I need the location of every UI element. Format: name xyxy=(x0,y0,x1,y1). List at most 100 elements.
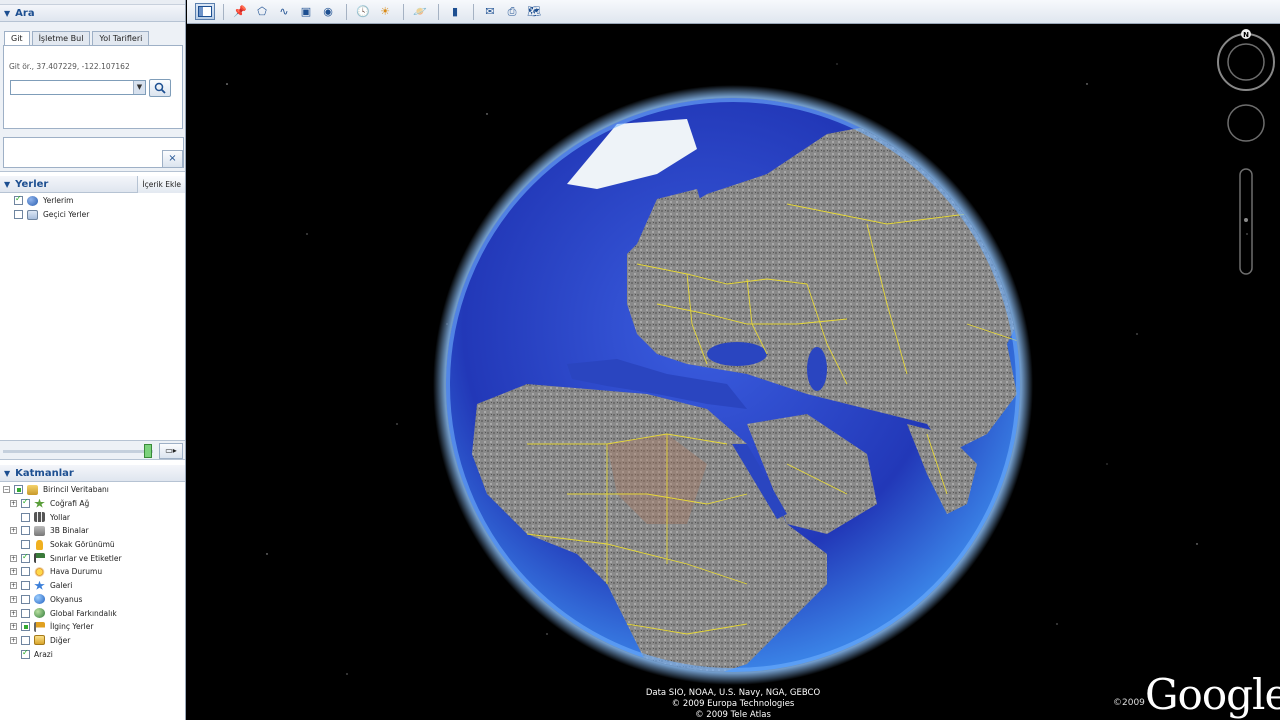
record-tour-button[interactable]: ◉ xyxy=(318,3,338,20)
add-placemark-button[interactable]: 📌 xyxy=(230,3,250,20)
polygon-icon: ⬠ xyxy=(257,5,267,18)
expand-toggle[interactable]: + xyxy=(10,568,17,576)
sidebar-icon xyxy=(198,6,212,17)
layer-label: Global Farkındalık xyxy=(50,608,117,618)
collapse-arrow-icon[interactable]: ▼ xyxy=(4,9,10,18)
list-item[interactable]: Yollar xyxy=(0,510,185,524)
list-item[interactable]: + Okyanus xyxy=(0,593,185,607)
checkbox[interactable] xyxy=(21,648,30,659)
list-item[interactable]: Arazi xyxy=(0,647,185,661)
print-button[interactable]: ⎙ xyxy=(502,3,522,20)
transparency-slider[interactable] xyxy=(3,450,153,453)
list-item[interactable]: + Coğrafi Ağ xyxy=(0,497,185,511)
globe-icon xyxy=(34,608,45,619)
north-indicator: N xyxy=(1243,31,1249,39)
sunlight-button[interactable]: ☀ xyxy=(375,3,395,20)
historical-imagery-button[interactable]: 🕓 xyxy=(353,3,373,20)
expand-toggle[interactable]: + xyxy=(10,595,17,603)
toolbar-separator xyxy=(473,3,474,20)
navigation-controls[interactable]: N xyxy=(1217,29,1275,275)
list-item[interactable]: + Diğer xyxy=(0,634,185,648)
zoom-slider[interactable] xyxy=(1239,168,1253,275)
layer-label: Yollar xyxy=(50,512,71,522)
list-item[interactable]: + 3B Binalar xyxy=(0,524,185,538)
chevron-down-icon[interactable]: ▼ xyxy=(133,81,145,94)
slider-thumb[interactable] xyxy=(144,444,152,458)
checkbox[interactable] xyxy=(14,485,23,495)
clear-search-button[interactable]: × xyxy=(162,150,183,168)
expand-toggle[interactable]: + xyxy=(10,623,17,631)
ruler-button[interactable]: ▮ xyxy=(445,3,465,20)
places-panel-header[interactable]: ▼ Yerler İçerik Ekle xyxy=(0,175,185,193)
star-icon xyxy=(34,498,45,508)
checkbox[interactable] xyxy=(21,581,30,591)
road-icon xyxy=(34,512,45,523)
folder-icon xyxy=(27,209,38,220)
main-toolbar: 📌 ⬠ ∿ ▣ ◉ 🕓 ☀ 🪐 ▮ ✉ ⎙ 🗺 xyxy=(187,0,1280,24)
layer-label: Sokak Görünümü xyxy=(50,540,115,550)
checkbox[interactable] xyxy=(21,526,30,536)
checkbox[interactable] xyxy=(21,594,30,604)
add-content-button[interactable]: İçerik Ekle xyxy=(137,175,185,193)
add-image-overlay-button[interactable]: ▣ xyxy=(296,3,316,20)
list-item[interactable]: Sokak Görünümü xyxy=(0,538,185,552)
globe-view[interactable]: N Data SIO, NOAA, U.S. Navy, NGA, GEBCO … xyxy=(187,24,1280,720)
add-path-button[interactable]: ∿ xyxy=(274,3,294,20)
building-icon xyxy=(34,525,45,536)
collapse-toggle[interactable]: − xyxy=(3,486,10,494)
search-results[interactable] xyxy=(3,137,184,168)
search-panel-header[interactable]: ▼ Ara xyxy=(0,5,185,22)
globe-canvas[interactable]: N xyxy=(187,24,1280,720)
checkbox[interactable] xyxy=(21,552,30,563)
list-item[interactable]: + Galeri xyxy=(0,579,185,593)
copyright-year: ©2009 xyxy=(1113,698,1145,708)
checkbox[interactable] xyxy=(21,567,30,577)
checkbox[interactable] xyxy=(14,210,23,220)
compass-ring[interactable]: N xyxy=(1217,29,1275,91)
list-item[interactable]: Yerlerim xyxy=(0,194,185,208)
checkbox[interactable] xyxy=(21,512,30,522)
checkbox[interactable] xyxy=(21,635,30,645)
email-button[interactable]: ✉ xyxy=(480,3,500,20)
expand-toggle[interactable]: + xyxy=(10,609,17,617)
placemark-icon: 📌 xyxy=(233,5,247,18)
expand-toggle[interactable]: + xyxy=(10,582,17,590)
expand-toggle[interactable]: + xyxy=(10,527,17,535)
search-button[interactable] xyxy=(149,79,171,97)
search-icon xyxy=(154,82,166,94)
sidebar-toggle-button[interactable] xyxy=(195,3,215,20)
switch-planet-button[interactable]: 🪐 xyxy=(410,3,430,20)
collapse-arrow-icon[interactable]: ▼ xyxy=(4,469,10,478)
layers-panel-header[interactable]: ▼ Katmanlar xyxy=(0,465,185,482)
list-item[interactable]: Geçici Yerler xyxy=(0,208,185,222)
map-icon: 🗺 xyxy=(527,5,541,18)
toolbar-separator xyxy=(346,3,347,20)
checkbox[interactable] xyxy=(21,497,30,509)
view-in-maps-button[interactable]: 🗺 xyxy=(524,3,544,20)
list-item[interactable]: + Sınırlar ve Etiketler xyxy=(0,551,185,565)
expand-toggle[interactable]: + xyxy=(10,554,17,562)
list-item[interactable]: + İlginç Yerler xyxy=(0,620,185,634)
expand-toggle[interactable]: + xyxy=(10,636,17,644)
list-item[interactable]: − Birincil Veritabanı xyxy=(0,483,185,497)
checkbox[interactable] xyxy=(21,540,30,550)
list-item[interactable]: + Hava Durumu xyxy=(0,565,185,579)
layer-label: Arazi xyxy=(34,649,53,659)
checkbox[interactable] xyxy=(21,622,30,632)
collapse-arrow-icon[interactable]: ▼ xyxy=(4,180,10,189)
add-polygon-button[interactable]: ⬠ xyxy=(252,3,272,20)
checkbox[interactable] xyxy=(21,608,30,618)
folder-view-button[interactable]: ▭▸ xyxy=(159,443,183,459)
image-overlay-icon: ▣ xyxy=(300,5,312,18)
list-item[interactable]: + Global Farkındalık xyxy=(0,606,185,620)
tab-find-business[interactable]: İşletme Bul xyxy=(31,31,91,46)
tab-fly-to[interactable]: Git xyxy=(4,31,30,46)
look-joystick[interactable] xyxy=(1227,104,1265,142)
tab-directions[interactable]: Yol Tarifleri xyxy=(92,31,150,46)
expand-toggle[interactable]: + xyxy=(10,500,17,508)
checkbox[interactable] xyxy=(14,194,23,206)
search-input[interactable]: ▼ xyxy=(10,80,146,95)
place-label: Geçici Yerler xyxy=(43,210,90,220)
place-label: Yerlerim xyxy=(43,196,74,206)
pegman-icon xyxy=(36,539,43,550)
